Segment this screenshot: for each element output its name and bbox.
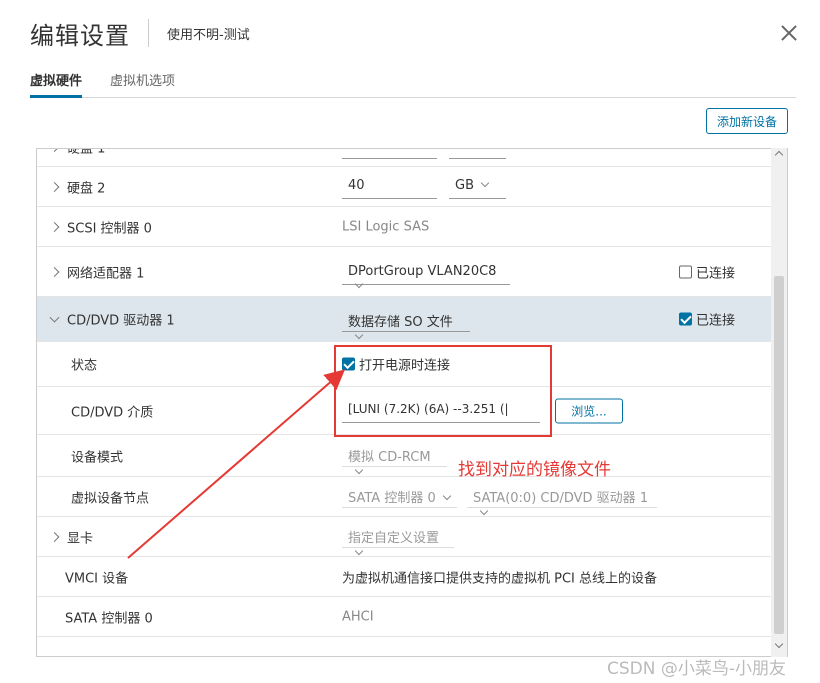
row-label: 状态 (71, 358, 98, 374)
chevron-down-icon (354, 330, 364, 340)
controller-value: SATA 控制器 0 (348, 491, 436, 506)
chevron-down-icon (354, 546, 364, 556)
expand-chevron-icon[interactable] (49, 221, 60, 232)
disk-unit-select[interactable]: GB (449, 149, 506, 159)
disk-size-input[interactable]: 40 (342, 175, 437, 199)
header-divider (148, 19, 149, 47)
row-label: 硬盘 1 (67, 148, 106, 156)
scsi-type-value: LSI Logic SAS (342, 219, 430, 234)
vm-name: 使用不明-测试 (167, 27, 250, 43)
expand-chevron-icon[interactable] (49, 149, 60, 152)
device-mode-select[interactable]: 模拟 CD-RCM (342, 443, 447, 475)
dialog-header: 编辑设置 使用不明-测试 (30, 16, 250, 50)
panel-scrollbar[interactable] (771, 148, 787, 657)
device-mode-value: 模拟 CD-RCM (348, 450, 431, 465)
scroll-up-icon[interactable] (774, 150, 784, 160)
row-sata-controller: SATA 控制器 0 AHCI (37, 597, 773, 637)
disk-unit-select[interactable]: GB (449, 175, 506, 199)
row-label: 硬盘 2 (67, 181, 106, 196)
expand-chevron-icon[interactable] (49, 266, 60, 277)
row-label: 网络适配器 1 (67, 266, 145, 281)
video-settings-value: 指定自定义设置 (348, 531, 440, 546)
collapse-chevron-icon[interactable] (49, 312, 60, 323)
row-label: 虚拟设备节点 (71, 491, 150, 506)
dialog-title: 编辑设置 (30, 21, 130, 50)
scroll-down-icon[interactable] (774, 639, 784, 649)
row-hard-disk-2[interactable]: 硬盘 2 40 GB (37, 167, 773, 207)
close-icon[interactable] (778, 22, 800, 44)
annotation-label: 找到对应的镜像文件 (458, 460, 611, 480)
disk-unit-value: GB (455, 149, 474, 153)
device-slot-select[interactable]: SATA(0:0) CD/DVD 驱动器 1 (467, 484, 657, 516)
checkbox-checked-icon (679, 312, 692, 326)
checkbox-label: 已连接 (696, 313, 736, 329)
row-label: 显卡 (67, 531, 94, 546)
row-label: VMCI 设备 (65, 571, 129, 586)
expand-chevron-icon[interactable] (49, 531, 60, 542)
row-network-adapter[interactable]: 网络适配器 1 DPortGroup VLAN20C8 已连接 (37, 247, 773, 297)
chevron-down-icon (354, 279, 364, 289)
chevron-down-icon (479, 506, 489, 516)
vmci-description: 为虚拟机通信接口提供支持的虚拟机 PCI 总线上的设备 (342, 571, 658, 586)
cd-connected-checkbox[interactable]: 已连接 (679, 310, 735, 329)
row-video-card[interactable]: 显卡 指定自定义设置 (37, 517, 773, 557)
checkbox-icon (679, 265, 692, 278)
checkbox-label: 已连接 (696, 266, 736, 281)
cd-source-select[interactable]: 数据存储 SO 文件 (342, 308, 470, 340)
watermark: CSDN @小菜鸟-小朋友 (607, 659, 787, 679)
expand-chevron-icon[interactable] (49, 181, 60, 192)
row-scsi-controller[interactable]: SCSI 控制器 0 LSI Logic SAS (37, 207, 773, 247)
row-label: 设备模式 (71, 450, 124, 465)
chevron-down-icon (480, 178, 490, 188)
controller-select[interactable]: SATA 控制器 0 (342, 484, 457, 508)
net-connected-checkbox[interactable]: 已连接 (679, 262, 735, 281)
row-virtual-device-node: 虚拟设备节点 SATA 控制器 0 SATA(0:0) CD/DVD 驱动器 1 (37, 477, 773, 517)
browse-button[interactable]: 浏览... (555, 398, 623, 423)
add-device-button[interactable]: 添加新设备 (706, 108, 788, 134)
row-label: SCSI 控制器 0 (67, 221, 152, 236)
tab-bar: 虚拟硬件 虚拟机选项 (30, 62, 796, 98)
cd-source-value: 数据存储 SO 文件 (348, 315, 453, 330)
row-cd-dvd-drive[interactable]: CD/DVD 驱动器 1 数据存储 SO 文件 已连接 (37, 297, 773, 342)
row-label: SATA 控制器 0 (65, 611, 153, 626)
video-settings-select[interactable]: 指定自定义设置 (342, 524, 454, 556)
row-label: CD/DVD 驱动器 1 (67, 313, 175, 329)
chevron-down-icon (354, 465, 364, 475)
device-slot-value: SATA(0:0) CD/DVD 驱动器 1 (473, 491, 649, 506)
row-hard-disk-1[interactable]: 硬盘 1 100 GB (37, 148, 773, 167)
annotation-highlight-box (334, 345, 552, 437)
tab-virtual-hardware[interactable]: 虚拟硬件 (30, 62, 83, 98)
chevron-down-icon (442, 491, 451, 501)
disk-unit-value: GB (455, 178, 474, 193)
row-device-mode: 设备模式 模拟 CD-RCM (37, 435, 773, 477)
sata-type-value: AHCI (342, 609, 374, 624)
tab-vm-options[interactable]: 虚拟机选项 (110, 62, 175, 98)
network-select[interactable]: DPortGroup VLAN20C8 (342, 261, 510, 289)
row-vmci-device: VMCI 设备 为虚拟机通信接口提供支持的虚拟机 PCI 总线上的设备 (37, 557, 773, 597)
scroll-thumb[interactable] (774, 276, 784, 634)
network-value: DPortGroup VLAN20C8 (348, 264, 497, 279)
disk-size-input[interactable]: 100 (342, 149, 437, 159)
row-label: CD/DVD 介质 (71, 405, 154, 420)
